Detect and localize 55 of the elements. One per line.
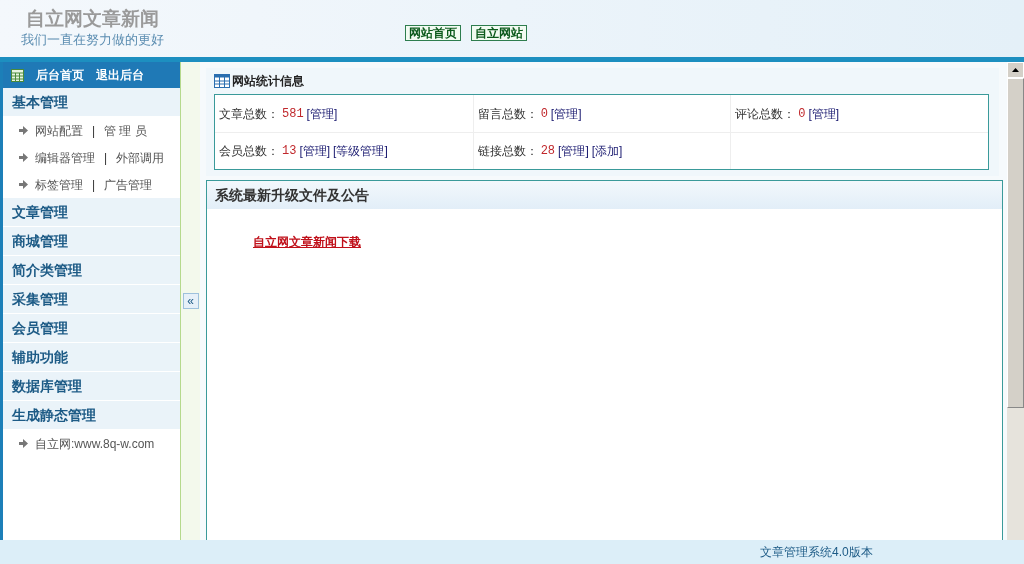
stat-label: 文章总数： — [219, 105, 279, 123]
sidebar-link[interactable]: 标签管理 — [35, 175, 83, 194]
sidebar-group-header[interactable]: 商城管理 — [3, 227, 180, 256]
announcement-title: 系统最新升级文件及公告 — [215, 185, 369, 205]
download-link[interactable]: 自立网文章新闻下载 — [253, 235, 361, 249]
stat-label: 链接总数： — [477, 143, 538, 160]
stat-label: 会员总数： — [219, 143, 279, 160]
stat-label: 留言总数： — [477, 105, 538, 123]
arrow-icon — [19, 126, 28, 135]
nav-button[interactable]: 自立网站 — [471, 25, 527, 41]
table-icon — [214, 74, 230, 88]
spreadsheet-icon — [11, 68, 24, 82]
separator: | — [91, 176, 97, 194]
sidebar-group-header[interactable]: 会员管理 — [3, 314, 180, 343]
nav-button[interactable]: 网站首页 — [405, 25, 461, 41]
sidebar-link[interactable]: 编辑器管理 — [35, 148, 95, 167]
stat-link[interactable]: [管理] — [306, 104, 338, 123]
sidebar-link[interactable]: 广告管理 — [104, 175, 153, 194]
sidebar-link[interactable]: 外部调用 — [116, 148, 165, 167]
stat-value: 581 — [282, 105, 304, 123]
sidebar-group-header[interactable]: 文章管理 — [3, 198, 180, 227]
sidebar-group-header[interactable]: 数据库管理 — [3, 372, 180, 401]
arrow-icon — [19, 180, 28, 189]
sidebar-top-link[interactable]: 后台首页 — [36, 66, 84, 84]
stat-value: 13 — [282, 143, 297, 160]
stat-link[interactable]: [添加] — [591, 142, 623, 160]
sidebar-link[interactable]: 网站配置 — [35, 121, 83, 140]
stat-value: 0 — [540, 105, 548, 123]
arrow-icon — [19, 153, 28, 162]
sidebar-group-header[interactable]: 简介类管理 — [3, 256, 180, 285]
stat-value: 28 — [540, 143, 556, 160]
collapse-button[interactable]: « — [182, 293, 199, 309]
sidebar-link[interactable]: 自立网:www.8q-w.com — [35, 434, 155, 453]
stat-link[interactable]: [等级管理] — [333, 142, 388, 160]
scrollbar[interactable] — [1007, 62, 1024, 540]
sidebar-group-header[interactable]: 基本管理 — [3, 88, 180, 117]
sidebar-group-header[interactable]: 生成静态管理 — [3, 401, 180, 430]
separator: | — [91, 122, 97, 140]
stat-link[interactable]: [管理] — [299, 142, 331, 160]
stats-title: 网站统计信息 — [232, 73, 304, 90]
stat-link[interactable]: [管理] — [808, 104, 840, 123]
arrow-icon — [19, 439, 28, 448]
logo-title: 自立网文章新闻 — [26, 7, 159, 31]
stat-link[interactable]: [管理] — [558, 142, 589, 160]
sidebar-top-link[interactable]: 退出后台 — [96, 66, 144, 84]
footer-text: 文章管理系统4.0版本 — [760, 544, 873, 561]
stat-value: 0 — [798, 105, 806, 123]
stat-link[interactable]: [管理] — [550, 104, 582, 123]
slogan: 我们一直在努力做的更好 — [21, 32, 164, 48]
scroll-up-icon — [1012, 68, 1019, 72]
sidebar-link[interactable]: 管 理 员 — [104, 121, 147, 140]
separator: | — [103, 149, 109, 167]
stat-label: 评论总数： — [735, 105, 796, 123]
sidebar-group-header[interactable]: 采集管理 — [3, 285, 180, 314]
sidebar-group-header[interactable]: 辅助功能 — [3, 343, 180, 372]
